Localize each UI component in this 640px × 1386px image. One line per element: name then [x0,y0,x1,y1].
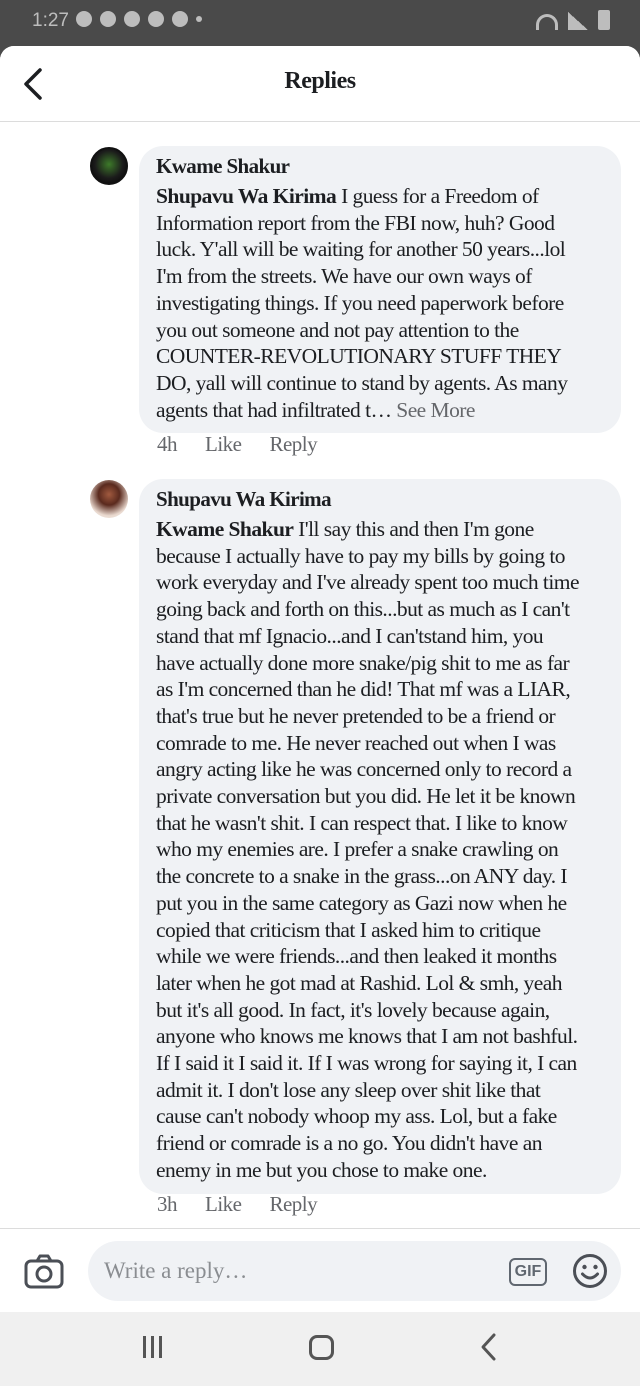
notification-icons [76,11,202,27]
see-more-link[interactable]: See More [396,398,475,422]
messenger-icon [124,11,140,27]
text-line: enemy in me but you chose to make one. [156,1157,487,1182]
comment-time: 3h [157,1192,178,1216]
grid-icon [148,11,164,27]
text-line: investigating things. If you need paperw… [156,290,564,315]
comment-bubble[interactable]: Shupavu Wa Kirima Kwame Shakur I'll say … [139,479,621,1194]
text-line: stand that mf Ignacio...and I can'tstand… [156,623,544,648]
camera-button[interactable] [24,1253,64,1289]
signal-icon [568,12,588,30]
text-line: copied that criticism that I asked him t… [156,917,541,942]
text-line: that he wasn't shit. I can respect that.… [156,810,568,835]
comment-actions: 4h Like Reply [157,432,318,457]
shield-icon [76,11,92,27]
comment-text: Shupavu Wa Kirima I guess for a Freedom … [156,183,603,423]
person-icon [100,11,116,27]
text-line: as I'm concerned than he did! That mf wa… [156,677,571,702]
back-icon[interactable] [477,1332,501,1362]
mention[interactable]: Kwame Shakur [156,517,294,541]
text-line: but it's all good. In fact, it's lovely … [156,997,550,1022]
emoji-button[interactable] [572,1253,608,1289]
text-line: If I said it I said it. If I was wrong f… [156,1051,577,1076]
text-line: private conversation but you did. He let… [156,784,576,809]
recent-apps-icon[interactable] [143,1336,167,1360]
gif-button[interactable]: GIF [509,1258,547,1286]
comment-bubble[interactable]: Kwame Shakur Shupavu Wa Kirima I guess f… [139,146,621,434]
reply-button[interactable]: Reply [269,432,317,457]
text-line: friend or comrade is a no go. You didn't… [156,1131,542,1156]
smiley-icon [573,1254,607,1288]
text-line: cause can't nobody whoop my ass. Lol, bu… [156,1104,557,1129]
text-line: luck. Y'all will be waiting for another … [156,237,566,262]
text-line: Information report from the FBI now, huh… [156,210,555,235]
comment-text: Kwame Shakur I'll say this and then I'm … [156,516,603,1184]
text-line: the concrete to a snake in the grass...o… [156,864,568,889]
text-line: while we were friends...and then leaked … [156,944,557,969]
text-line: DO, yall will continue to stand by agent… [156,370,568,395]
camera-icon [24,1254,64,1289]
text-line: who my enemies are. I prefer a snake cra… [156,837,559,862]
text-line: I'm from the streets. We have our own wa… [156,264,532,289]
text-line: anyone who knows me knows that I am not … [156,1024,578,1049]
dot-icon [196,16,202,22]
text-line: you out someone and not pay attention to… [156,317,519,342]
battery-icon [598,10,610,30]
text-line: agents that had infiltrated t… [156,397,397,422]
comment-author[interactable]: Shupavu Wa Kirima [156,486,603,512]
comment-time: 4h [157,432,178,456]
text-line: that's true but he never pretended to be… [156,703,556,728]
text-line: COUNTER-REVOLUTIONARY STUFF THEY [156,344,562,369]
reply-button[interactable]: Reply [269,1192,317,1217]
status-time: 1:27 [32,10,69,31]
text-line: later when he got mad at Rashid. Lol & s… [156,970,562,995]
text-line: comrade to me. He never reached out when… [156,730,556,755]
home-icon[interactable] [309,1335,334,1360]
cloud-upload-icon [172,11,188,27]
mention[interactable]: Shupavu Wa Kirima [156,184,337,208]
text-line: admit it. I don't lose any sleep over sh… [156,1077,541,1102]
wifi-icon [536,14,558,30]
like-button[interactable]: Like [205,1192,242,1217]
text-line: work everyday and I've already spent too… [156,570,580,595]
comment-author[interactable]: Kwame Shakur [156,153,603,179]
avatar[interactable] [90,480,128,518]
text-line: I'll say this and then I'm gone [293,517,534,541]
reply-composer: GIF [0,1228,640,1312]
replies-sheet: Replies Kwame Shakur Shupavu Wa Kirima I… [0,46,640,1386]
status-bar: 1:27 [0,0,640,46]
like-button[interactable]: Like [205,432,242,457]
text-line: angry acting like he was concerned only … [156,757,572,782]
system-icons [536,10,610,30]
text-line: going back and forth on this...but as mu… [156,597,570,622]
avatar[interactable] [90,147,128,185]
text-line: have actually done more snake/pig shit t… [156,650,570,675]
system-navbar [0,1312,640,1386]
text-line: put you in the same category as Gazi now… [156,890,567,915]
header: Replies [0,46,640,122]
text-line: because I actually have to pay my bills … [156,543,566,568]
text-line: I guess for a Freedom of [336,184,539,208]
comment-actions: 3h Like Reply [157,1192,318,1217]
page-title: Replies [284,68,356,94]
